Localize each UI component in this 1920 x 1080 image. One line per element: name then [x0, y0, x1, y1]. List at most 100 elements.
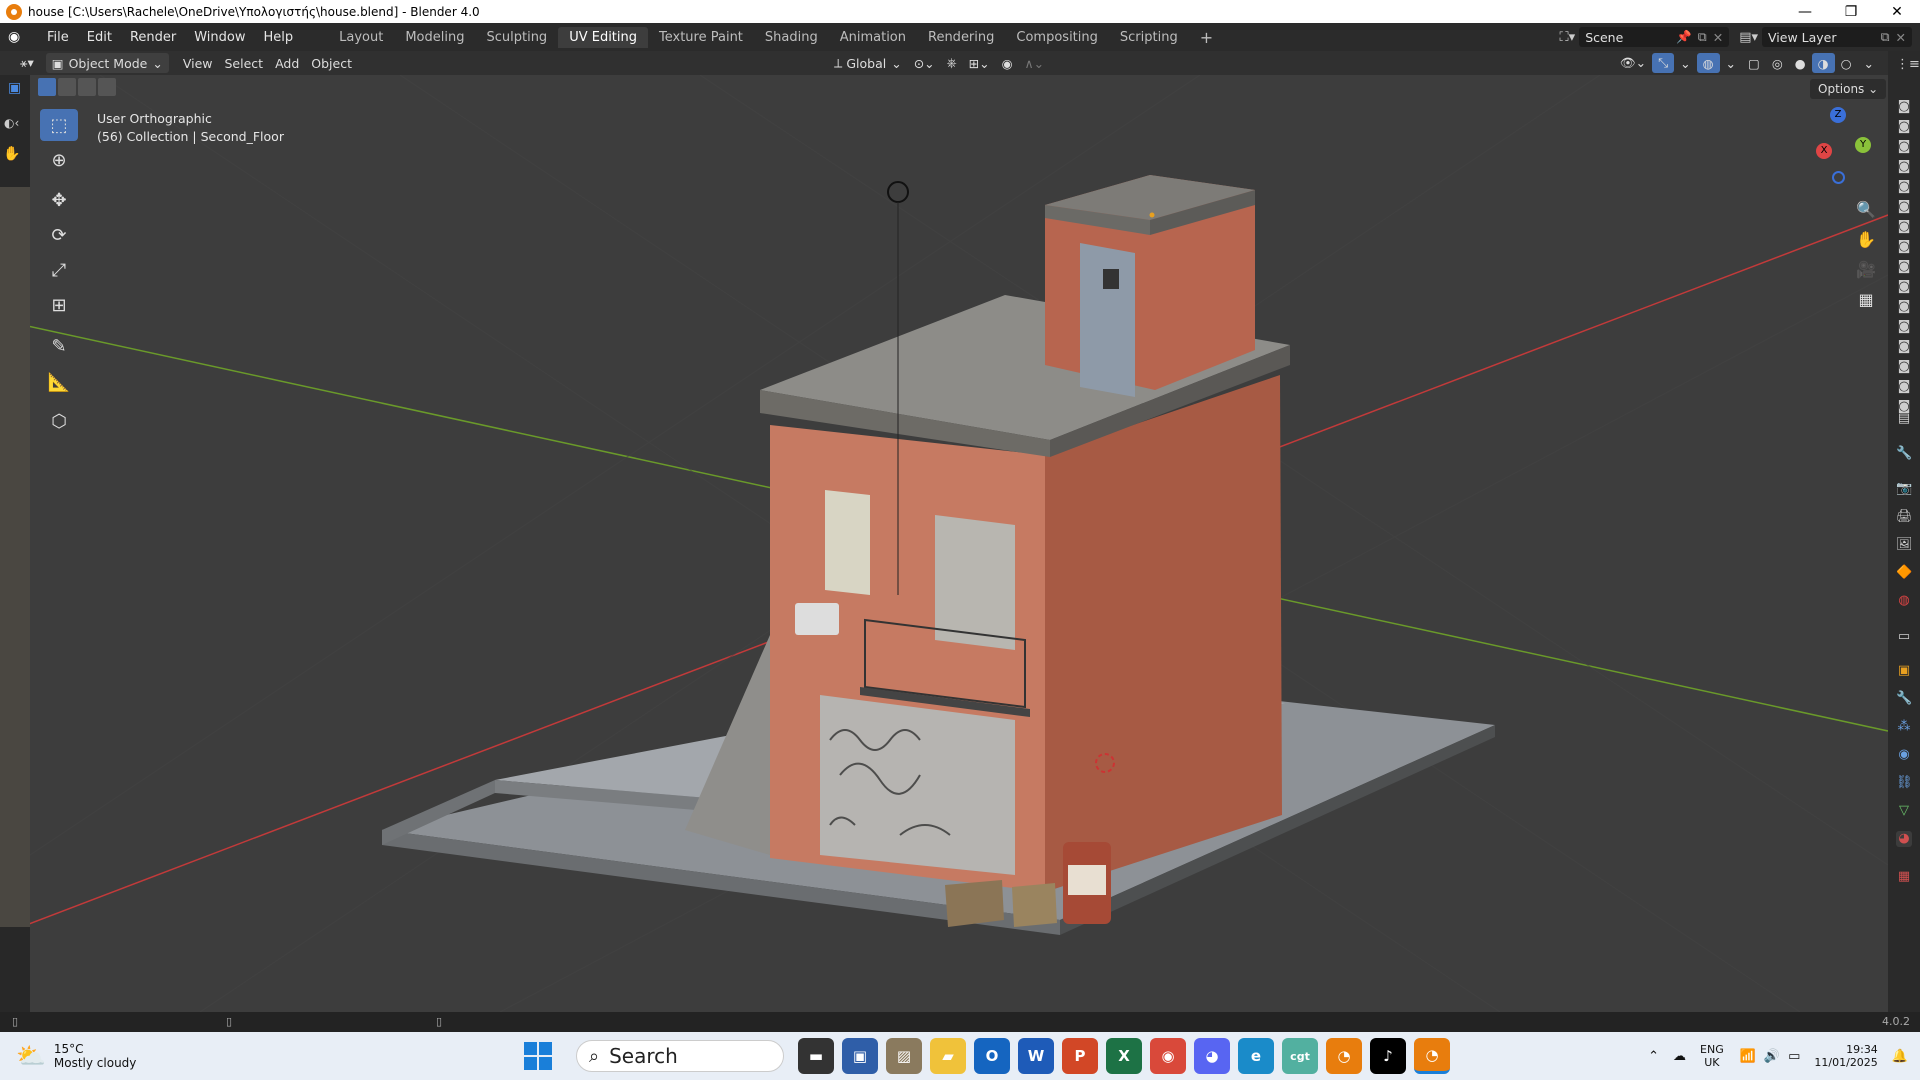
camera-visibility-icon[interactable]: ◙: [1896, 379, 1912, 395]
camera-visibility-icon[interactable]: ◙: [1896, 159, 1912, 175]
selection-mode-group[interactable]: [38, 78, 116, 96]
notification-bell-icon[interactable]: 🔔: [1892, 1049, 1908, 1064]
store-icon[interactable]: ▣: [842, 1038, 878, 1074]
camera-visibility-icon[interactable]: ◙: [1896, 339, 1912, 355]
wifi-icon[interactable]: 📶: [1740, 1049, 1756, 1064]
tab-animation[interactable]: Animation: [829, 27, 917, 48]
measure-tool-icon[interactable]: 📐: [40, 366, 78, 398]
world-properties-icon[interactable]: ◍: [1896, 593, 1912, 609]
select-box-tool-icon[interactable]: ⬚: [40, 109, 78, 141]
rendered-shading-icon[interactable]: ○: [1835, 53, 1858, 73]
select-box-mode-icon[interactable]: ▣: [8, 80, 21, 96]
weather-widget[interactable]: ⛅ 15°C Mostly cloudy: [16, 1042, 496, 1070]
pivot-point-icon[interactable]: ⊙⌄: [908, 53, 941, 73]
menu-file[interactable]: File: [38, 30, 78, 45]
volume-icon[interactable]: 🔊: [1764, 1049, 1780, 1064]
overlay-toggle-icon[interactable]: ◍: [1696, 53, 1720, 73]
tab-uv-editing[interactable]: UV Editing: [558, 26, 649, 48]
camera-visibility-icon[interactable]: ◙: [1896, 99, 1912, 115]
properties-editor-icon[interactable]: ▤: [1896, 411, 1912, 427]
mode-new-icon[interactable]: [38, 78, 56, 96]
visibility-icon[interactable]: 👁⌄: [1614, 53, 1652, 73]
camera-visibility-icon[interactable]: ◙: [1896, 139, 1912, 155]
select-menu[interactable]: Select: [219, 53, 270, 73]
mode-subtract-icon[interactable]: [78, 78, 96, 96]
toolbar-collapse-icon[interactable]: ◐‹: [4, 116, 19, 130]
chrome-icon[interactable]: ◉: [1150, 1038, 1186, 1074]
view-layer-icon[interactable]: ▤▾: [1739, 30, 1758, 45]
delete-view-layer-icon[interactable]: ✕: [1896, 30, 1906, 45]
tab-rendering[interactable]: Rendering: [917, 27, 1005, 48]
camera-visibility-icon[interactable]: ◙: [1896, 319, 1912, 335]
cursor-tool-icon[interactable]: ⊕: [40, 144, 78, 176]
camera-visibility-icon[interactable]: ◙: [1896, 279, 1912, 295]
outliner-editor-icon[interactable]: ⋮≡: [1896, 57, 1920, 73]
mode-intersect-icon[interactable]: [98, 78, 116, 96]
app-tray-icon[interactable]: ☁: [1673, 1049, 1686, 1064]
file-explorer-icon[interactable]: ▰: [930, 1038, 966, 1074]
scale-tool-icon[interactable]: ⤢: [40, 254, 78, 286]
add-menu[interactable]: Add: [269, 53, 305, 73]
scene-field[interactable]: Scene 📌 ⧉ ✕: [1579, 27, 1730, 47]
tab-modeling[interactable]: Modeling: [394, 27, 475, 48]
wireframe-shading-icon[interactable]: ◎: [1766, 53, 1789, 73]
show-hidden-icons[interactable]: ⌃: [1648, 1049, 1659, 1064]
gizmo-y[interactable]: Y: [1855, 137, 1871, 153]
view-layer-field[interactable]: View Layer ⧉ ✕: [1762, 27, 1912, 47]
physics-properties-icon[interactable]: ◉: [1896, 747, 1912, 763]
minimize-button[interactable]: —: [1782, 4, 1828, 20]
new-scene-icon[interactable]: ⧉: [1698, 29, 1707, 45]
proportional-edit-icon[interactable]: ◉: [996, 53, 1019, 73]
delete-scene-icon[interactable]: ✕: [1713, 30, 1723, 45]
cgt-app-icon[interactable]: cgt: [1282, 1038, 1318, 1074]
camera-visibility-icon[interactable]: ◙: [1896, 199, 1912, 215]
gizmo-dropdown-icon[interactable]: ⌄: [1674, 53, 1696, 73]
overlay-dropdown-icon[interactable]: ⌄: [1720, 53, 1742, 73]
tool-properties-icon[interactable]: 🔧: [1896, 446, 1912, 462]
tab-scripting[interactable]: Scripting: [1109, 27, 1189, 48]
annotate-tool-icon[interactable]: ✎: [40, 330, 78, 362]
add-workspace-icon[interactable]: +: [1189, 25, 1224, 50]
render-properties-icon[interactable]: 📷: [1896, 481, 1912, 497]
gizmo-z[interactable]: Z: [1830, 107, 1846, 123]
xray-icon[interactable]: ▢: [1742, 53, 1766, 73]
maximize-button[interactable]: ❐: [1828, 4, 1874, 20]
orientation-dropdown[interactable]: ⟂ Global ⌄: [828, 53, 908, 73]
task-view-icon[interactable]: ▬: [798, 1038, 834, 1074]
excel-icon[interactable]: X: [1106, 1038, 1142, 1074]
start-button[interactable]: [524, 1042, 552, 1070]
gizmo-neg-z[interactable]: [1832, 171, 1845, 184]
modifier-properties-icon[interactable]: 🔧: [1896, 691, 1912, 707]
3d-viewport[interactable]: User Orthographic (56) Collection | Seco…: [0, 75, 1920, 1012]
falloff-icon[interactable]: ∧⌄: [1019, 53, 1051, 73]
data-properties-icon[interactable]: ▽: [1896, 803, 1912, 819]
gizmo-toggle-icon[interactable]: ⤡: [1652, 53, 1675, 73]
options-dropdown[interactable]: Options ⌄: [1810, 79, 1887, 99]
material-properties-icon[interactable]: ◕: [1896, 831, 1912, 847]
menu-render[interactable]: Render: [121, 30, 185, 45]
pin-icon[interactable]: 📌: [1676, 29, 1692, 45]
edge-icon[interactable]: e: [1238, 1038, 1274, 1074]
scene-properties-icon[interactable]: 🔶: [1896, 565, 1912, 581]
menu-window[interactable]: Window: [185, 30, 254, 45]
camera-visibility-icon[interactable]: ◙: [1896, 359, 1912, 375]
scene-selector-icon[interactable]: ⛶▾: [1560, 30, 1576, 45]
snap-toggle-icon[interactable]: ⎈: [941, 53, 963, 73]
view-layer-properties-icon[interactable]: 🖼: [1896, 537, 1913, 553]
camera-visibility-icon[interactable]: ◙: [1896, 179, 1912, 195]
gizmo-x[interactable]: X: [1816, 143, 1832, 159]
taskbar-search[interactable]: ⌕ Search: [576, 1040, 784, 1072]
camera-visibility-icon[interactable]: ◙: [1896, 219, 1912, 235]
camera-visibility-icon[interactable]: ◙: [1896, 239, 1912, 255]
pan-hand-icon[interactable]: ✋: [1852, 225, 1880, 253]
mode-dropdown[interactable]: ▣ Object Mode ⌄: [45, 53, 169, 73]
mode-extend-icon[interactable]: [58, 78, 76, 96]
blender-active-icon[interactable]: ◔: [1414, 1038, 1450, 1074]
blender-taskbar-icon[interactable]: ◔: [1326, 1038, 1362, 1074]
camera-visibility-icon[interactable]: ◙: [1896, 259, 1912, 275]
add-cube-tool-icon[interactable]: ⬡: [40, 405, 78, 437]
powerpoint-icon[interactable]: P: [1062, 1038, 1098, 1074]
battery-icon[interactable]: ▭: [1788, 1049, 1800, 1064]
constraints-properties-icon[interactable]: ⛓: [1896, 775, 1913, 791]
clock[interactable]: 19:34 11/01/2025: [1814, 1043, 1877, 1069]
